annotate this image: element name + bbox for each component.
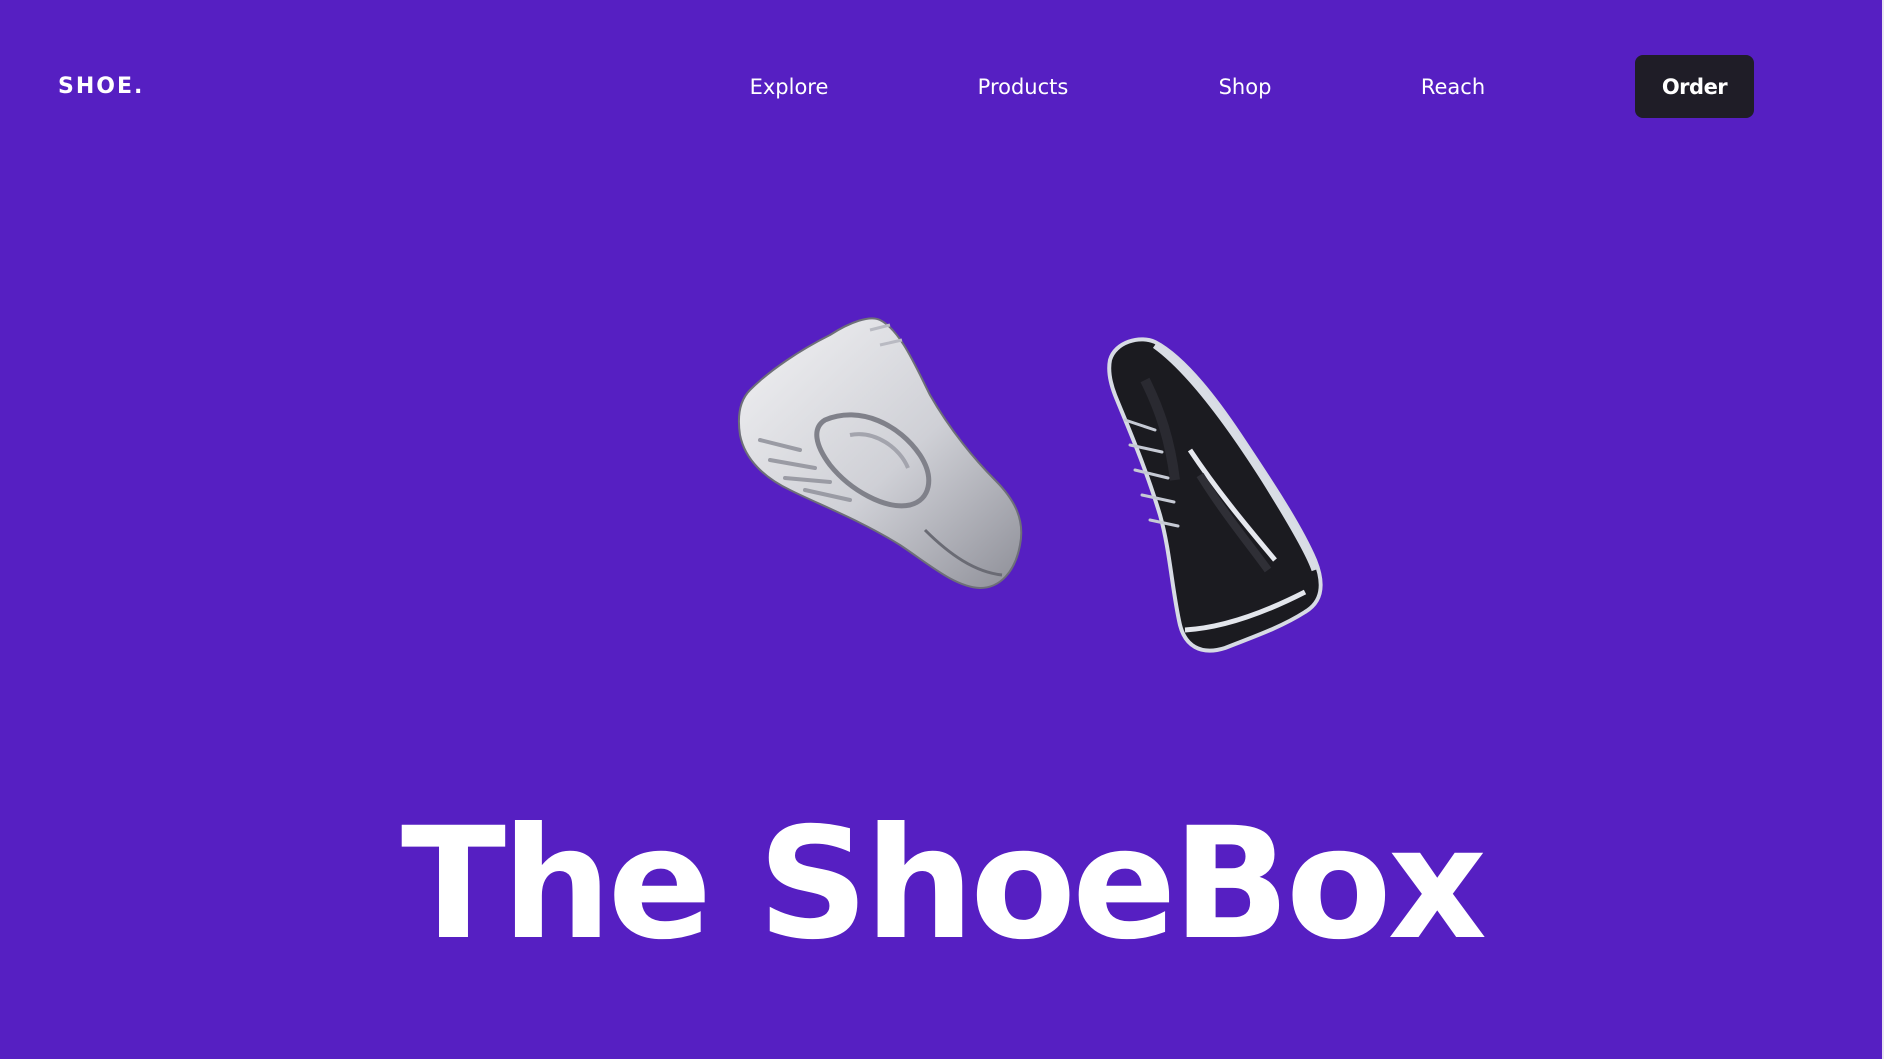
landing-page: SHOE. Explore Products Shop Reach Order	[0, 0, 1884, 1059]
hero-title: The ShoeBox	[400, 795, 1487, 974]
white-sneaker-image	[737, 317, 1023, 590]
nav-link-explore[interactable]: Explore	[750, 72, 829, 102]
brand-logo[interactable]: SHOE.	[58, 72, 144, 102]
black-sneaker-image	[1107, 337, 1323, 653]
nav-link-products[interactable]: Products	[978, 72, 1069, 102]
top-navigation: SHOE. Explore Products Shop Reach Order	[0, 0, 1884, 175]
nav-link-shop[interactable]: Shop	[1219, 72, 1272, 102]
nav-link-reach[interactable]: Reach	[1421, 72, 1485, 102]
hero-shoes	[730, 310, 1330, 653]
order-button[interactable]: Order	[1635, 55, 1754, 118]
